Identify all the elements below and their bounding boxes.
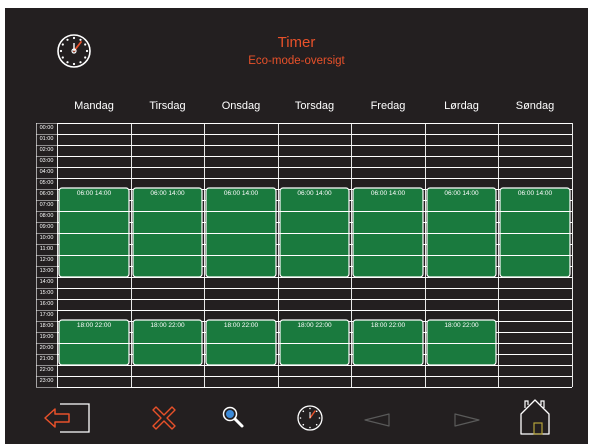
timer-icon[interactable] xyxy=(295,403,325,433)
timer-block-label[interactable]: 18:00 22:00 xyxy=(280,322,349,329)
timer-block xyxy=(132,187,203,278)
screen: Timer Eco-mode-oversigt Mandag Tirsdag Ons… xyxy=(5,8,588,444)
timer-block-label[interactable]: 06:00 14:00 xyxy=(427,190,496,197)
timer-block-label[interactable]: 06:00 14:00 xyxy=(280,190,349,197)
timer-block xyxy=(205,187,277,278)
timer-block-label[interactable]: 18:00 22:00 xyxy=(206,322,276,329)
timer-block xyxy=(279,187,350,278)
timer-block xyxy=(58,187,130,278)
timer-block xyxy=(426,187,497,278)
timer-block-label[interactable]: 06:00 14:00 xyxy=(59,190,129,197)
timer-block-label[interactable]: 18:00 22:00 xyxy=(353,322,423,329)
timer-block-label[interactable]: 06:00 14:00 xyxy=(353,190,423,197)
delete-icon[interactable] xyxy=(149,403,179,433)
timer-block-label[interactable]: 06:00 14:00 xyxy=(206,190,276,197)
timer-block xyxy=(499,187,571,278)
next-icon[interactable] xyxy=(453,412,481,428)
timer-block-label[interactable]: 18:00 22:00 xyxy=(133,322,202,329)
timer-block-label[interactable]: 06:00 14:00 xyxy=(500,190,570,197)
timer-block-label[interactable]: 18:00 22:00 xyxy=(59,322,129,329)
exit-icon[interactable] xyxy=(42,400,92,436)
timer-block-label[interactable]: 18:00 22:00 xyxy=(427,322,496,329)
timer-block-label[interactable]: 06:00 14:00 xyxy=(133,190,202,197)
prev-icon[interactable] xyxy=(363,412,391,428)
search-icon[interactable] xyxy=(220,404,246,430)
timer-block xyxy=(352,187,424,278)
timer-grid xyxy=(36,123,573,388)
home-icon[interactable] xyxy=(517,396,553,436)
